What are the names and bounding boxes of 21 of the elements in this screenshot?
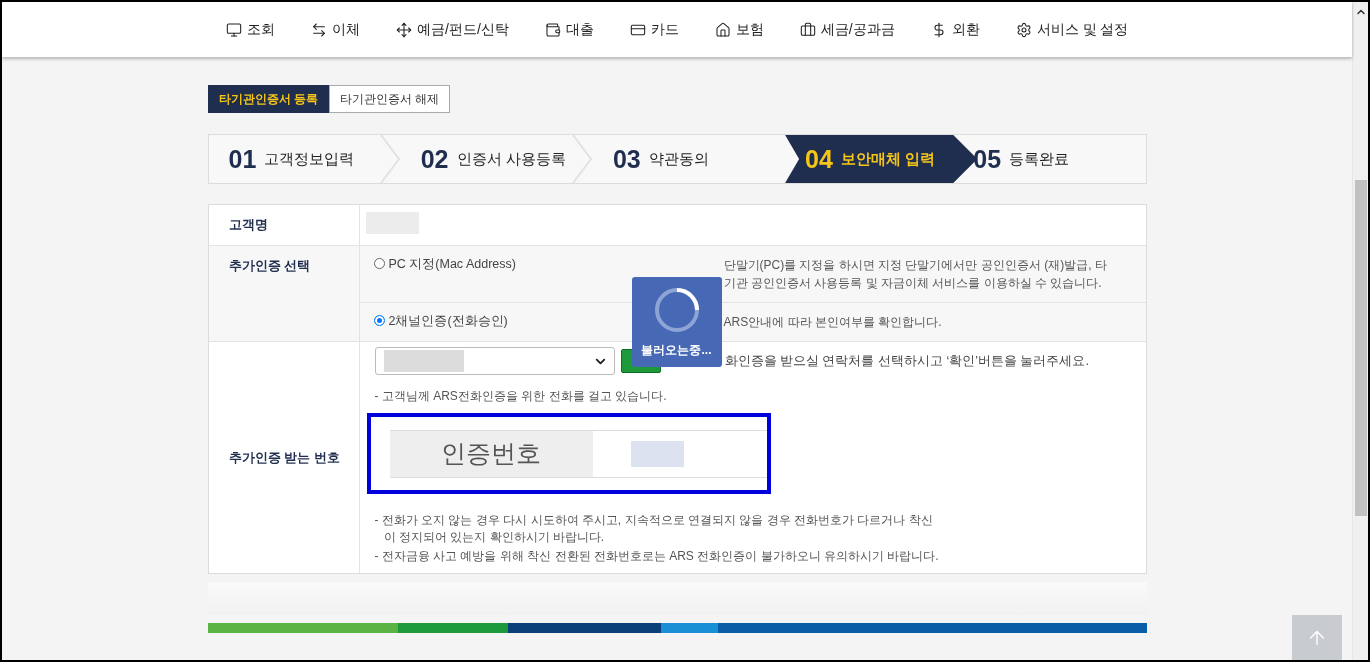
option-description: ARS안내에 따라 본인여부를 확인합니다. (723, 314, 943, 331)
note-text: - 전자금융 사고 예방을 위해 착신 전환된 전화번호로는 ARS 전화인증이 불가하오니 유의하시기 바랍니다. (374, 548, 940, 565)
option-description: 단말기(PC)를 지정을 하시면 지정 단말기에서만 공인인증서 (재)발급, 타기관 공인인증서 사용등록 및 자금이체 서비스를 이용하실 수 있습니다. (723, 257, 1108, 292)
instruction-text: 화인증을 받으실 연락처를 선택하시고 ‘확인’버튼을 눌러주세요. (724, 352, 1089, 370)
step-number: 02 (420, 144, 449, 174)
note-text: - 고객님께 ARS전화인증을 위한 전화를 걸고 있습니다. (374, 388, 668, 405)
step-number: 04 (805, 144, 833, 174)
step-number: 05 (973, 144, 1002, 174)
step-number: 01 (228, 144, 257, 174)
step-label: 보안매체 입력 (840, 149, 936, 169)
step-label: 인증서 사용등록 (456, 149, 566, 169)
code-label: 인증번호 (389, 429, 593, 478)
note-text: - 전화가 오지 않는 경우 다시 시도하여 주시고, 지속적으로 연결되지 않을 경우 전화번호가 다르거나 착신이 정지되어 있는지 확인하시기 바랍니다. (374, 512, 934, 546)
step-label: 등록완료 (1009, 149, 1070, 169)
step-label: 고객정보입력 (264, 149, 355, 169)
field-label: 추가인증 선택 (228, 257, 311, 275)
field-label: 고객명 (228, 216, 268, 234)
field-label: 추가인증 받는 번호 (228, 448, 340, 467)
loading-text: 불러오는중... (641, 341, 712, 359)
step-label: 약관동의 (648, 149, 709, 169)
step-number: 03 (612, 144, 641, 174)
